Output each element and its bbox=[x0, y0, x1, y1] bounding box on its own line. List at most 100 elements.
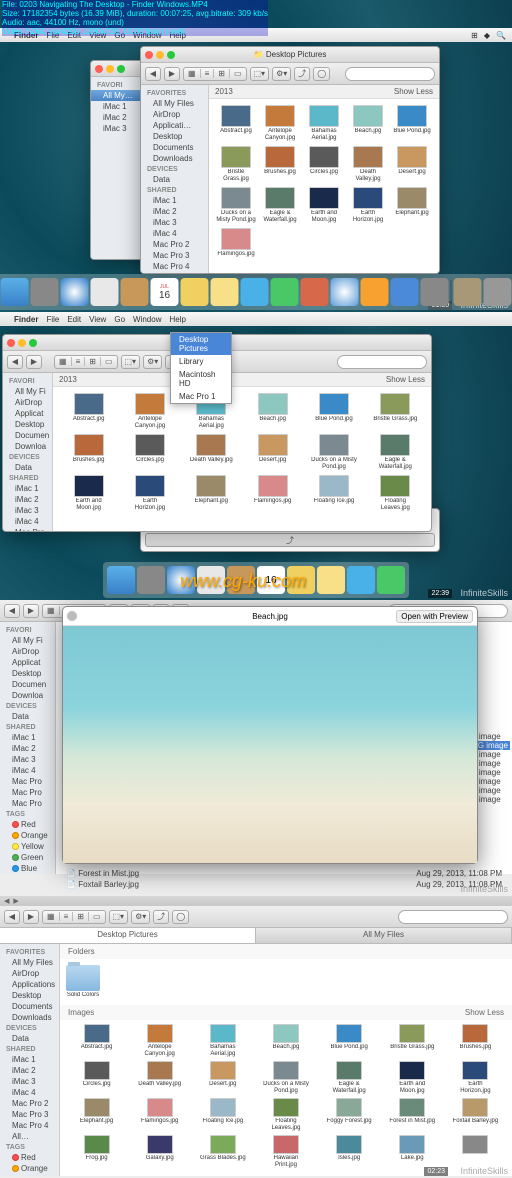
file-item[interactable]: Blue Pond.jpg bbox=[304, 393, 363, 430]
forward-button[interactable]: ▶ bbox=[23, 910, 39, 924]
sidebar-item[interactable]: Mac Pro 4 bbox=[141, 261, 208, 272]
file-item[interactable]: Desert.jpg bbox=[391, 146, 433, 183]
file-item[interactable]: Floating Leaves.jpg bbox=[255, 1098, 316, 1132]
file-item[interactable]: Abstract.jpg bbox=[59, 393, 118, 430]
view-mode-buttons[interactable]: ▦≡⊞▭ bbox=[54, 355, 118, 369]
sidebar-item[interactable]: iMac 2 bbox=[141, 206, 208, 217]
sidebar-item[interactable]: Downloads bbox=[141, 153, 208, 164]
file-item[interactable]: Abstract.jpg bbox=[66, 1024, 127, 1058]
back-button[interactable]: ◀ bbox=[7, 355, 23, 369]
file-item[interactable]: Floating Ice.jpg bbox=[192, 1098, 253, 1132]
dock-messages-icon[interactable] bbox=[241, 278, 269, 306]
search-input[interactable] bbox=[345, 67, 435, 81]
sidebar-item[interactable]: Mac Pro 2 bbox=[141, 239, 208, 250]
dock-notes-icon[interactable] bbox=[211, 278, 239, 306]
file-item[interactable]: Beach.jpg bbox=[243, 393, 302, 430]
dropdown-item[interactable]: Desktop Pictures bbox=[171, 333, 231, 355]
dock-mail-icon[interactable] bbox=[91, 278, 119, 306]
file-item[interactable]: Beach.jpg bbox=[255, 1024, 316, 1058]
sidebar-item[interactable]: Desktop bbox=[141, 131, 208, 142]
file-item[interactable]: Flamingos.jpg bbox=[215, 228, 257, 258]
dock-trash-icon[interactable] bbox=[484, 278, 512, 306]
file-item[interactable]: Earth Horizon.jpg bbox=[120, 475, 179, 512]
zoom-button[interactable] bbox=[167, 51, 175, 59]
show-less-link[interactable]: Show Less bbox=[465, 1008, 504, 1017]
file-item[interactable]: Blue Pond.jpg bbox=[319, 1024, 380, 1058]
forward-button[interactable]: ▶ bbox=[26, 355, 42, 369]
file-item[interactable]: Desert.jpg bbox=[243, 434, 302, 471]
minimize-button[interactable] bbox=[18, 339, 26, 347]
dock-downloads-icon[interactable] bbox=[454, 278, 482, 306]
sidebar-item[interactable]: All My Files bbox=[141, 98, 208, 109]
tags-button[interactable]: ◯ bbox=[313, 67, 330, 81]
dropdown-item[interactable]: Macintosh HD bbox=[171, 368, 231, 390]
file-item[interactable]: Bahamas Aerial.jpg bbox=[192, 1024, 253, 1058]
file-item[interactable]: Earth Horizon.jpg bbox=[445, 1061, 506, 1095]
dock-calendar-icon[interactable]: JUL16 bbox=[151, 278, 179, 306]
sidebar-item[interactable]: Applicati… bbox=[141, 120, 208, 131]
file-item[interactable]: Brushes.jpg bbox=[59, 434, 118, 471]
close-button[interactable] bbox=[67, 611, 77, 621]
folder-item[interactable]: Solid Colors bbox=[66, 965, 100, 999]
dock-launchpad-icon[interactable] bbox=[31, 278, 59, 306]
dock-safari-icon[interactable] bbox=[61, 278, 89, 306]
file-item[interactable]: Flamingos.jpg bbox=[129, 1098, 190, 1132]
file-item[interactable]: Eagle & Waterfall.jpg bbox=[366, 434, 425, 471]
action-button[interactable]: ⚙▾ bbox=[143, 355, 162, 369]
nav-back-icon[interactable]: ◀ bbox=[4, 897, 9, 905]
minimize-button[interactable] bbox=[156, 51, 164, 59]
file-item[interactable]: Earth and Moon.jpg bbox=[382, 1061, 443, 1095]
tab-desktop-pictures[interactable]: Desktop Pictures bbox=[0, 928, 256, 943]
file-item[interactable]: Flamingos.jpg bbox=[243, 475, 302, 512]
file-item[interactable]: Bristle Grass.jpg bbox=[366, 393, 425, 430]
file-item[interactable]: Desert.jpg bbox=[192, 1061, 253, 1095]
file-item[interactable]: Brushes.jpg bbox=[259, 146, 301, 183]
file-item[interactable]: Isles.jpg bbox=[319, 1135, 380, 1169]
dock-finder-icon[interactable] bbox=[1, 278, 29, 306]
file-item[interactable]: Earth and Moon.jpg bbox=[59, 475, 118, 512]
back-button[interactable]: ◀ bbox=[4, 910, 20, 924]
file-item[interactable]: Eagle & Waterfall.jpg bbox=[259, 187, 301, 224]
sidebar-item[interactable]: iMac 4 bbox=[141, 228, 208, 239]
file-item[interactable]: Foxtail Barley.jpg bbox=[445, 1098, 506, 1132]
file-item[interactable]: Bristle Grass.jpg bbox=[382, 1024, 443, 1058]
file-item[interactable]: Ducks on a Misty Pond.jpg bbox=[215, 187, 257, 224]
action-button[interactable]: ⚙▾ bbox=[272, 67, 291, 81]
dock-ibooks-icon[interactable] bbox=[361, 278, 389, 306]
show-less-link[interactable]: Show Less bbox=[394, 87, 433, 96]
file-item[interactable]: Floating Leaves.jpg bbox=[366, 475, 425, 512]
file-item[interactable]: Earth and Moon.jpg bbox=[303, 187, 345, 224]
file-item[interactable]: Circles.jpg bbox=[120, 434, 179, 471]
file-item[interactable]: Beach.jpg bbox=[347, 105, 389, 142]
file-item[interactable]: Circles.jpg bbox=[66, 1061, 127, 1095]
dock-itunes-icon[interactable] bbox=[331, 278, 359, 306]
dock-facetime-icon[interactable] bbox=[271, 278, 299, 306]
zoom-button[interactable] bbox=[29, 339, 37, 347]
dock-photobooth-icon[interactable] bbox=[301, 278, 329, 306]
file-item[interactable]: Bahamas Aerial.jpg bbox=[303, 105, 345, 142]
file-item[interactable]: Death Valley.jpg bbox=[182, 434, 241, 471]
file-item[interactable]: Eagle & Waterfall.jpg bbox=[319, 1061, 380, 1095]
file-item[interactable]: Circles.jpg bbox=[303, 146, 345, 183]
sidebar-item[interactable]: Documents bbox=[141, 142, 208, 153]
file-item[interactable]: Ducks on a Misty Pond.jpg bbox=[304, 434, 363, 471]
dock-contacts-icon[interactable] bbox=[121, 278, 149, 306]
list-row[interactable]: 📄 Forest in Mist.jpgAug 29, 2013, 11:08 … bbox=[60, 868, 508, 879]
file-item[interactable]: Antelope Canyon.jpg bbox=[129, 1024, 190, 1058]
close-button[interactable] bbox=[7, 339, 15, 347]
arrange-button[interactable]: ⬚▾ bbox=[250, 67, 270, 81]
file-item[interactable]: Brushes.jpg bbox=[445, 1024, 506, 1058]
file-item[interactable]: Antelope Canyon.jpg bbox=[259, 105, 301, 142]
back-button[interactable]: ◀ bbox=[145, 67, 161, 81]
menubar-wifi-icon[interactable]: ◆ bbox=[484, 31, 490, 40]
file-item[interactable]: Foggy Forest.jpg bbox=[319, 1098, 380, 1132]
tab-all-my-files[interactable]: All My Files bbox=[256, 928, 512, 943]
close-button[interactable] bbox=[145, 51, 153, 59]
sidebar-item[interactable]: iMac 3 bbox=[141, 217, 208, 228]
file-item[interactable]: Grass Blades.jpg bbox=[192, 1135, 253, 1169]
arrange-button[interactable]: ⬚▾ bbox=[121, 355, 141, 369]
share-button[interactable]: ⤴ bbox=[294, 67, 310, 81]
window-titlebar[interactable]: 📁 Desktop Pictures bbox=[141, 47, 439, 63]
file-item[interactable]: Death Valley.jpg bbox=[129, 1061, 190, 1095]
open-with-preview-button[interactable]: Open with Preview bbox=[396, 610, 473, 623]
